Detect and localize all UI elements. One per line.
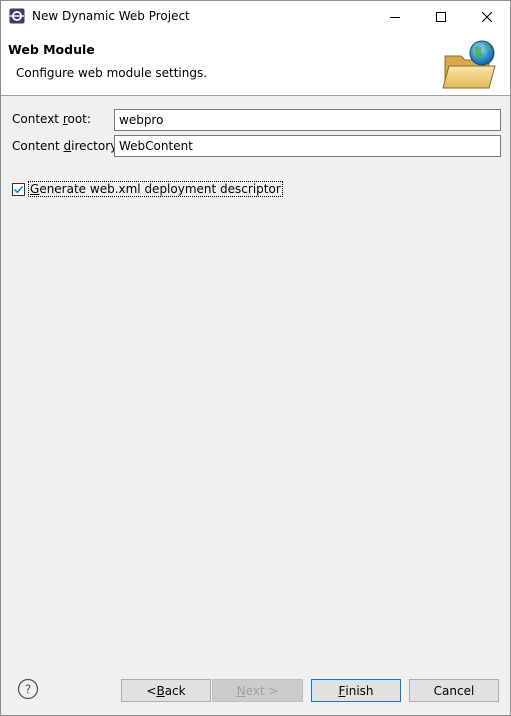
maximize-icon — [436, 11, 446, 22]
content-directory-input[interactable] — [114, 135, 501, 157]
context-root-input[interactable] — [114, 109, 501, 131]
generate-descriptor-option[interactable]: Generate web.xml deployment descriptor — [12, 181, 283, 197]
maximize-button[interactable] — [418, 1, 464, 32]
content-directory-label: Content directory: — [12, 139, 121, 153]
eclipse-app-icon — [9, 8, 25, 24]
minimize-button[interactable] — [372, 1, 418, 32]
checkmark-icon — [14, 185, 24, 193]
cancel-button[interactable]: Cancel — [409, 679, 499, 702]
next-button[interactable]: Next > — [212, 679, 303, 702]
folder-globe-icon — [442, 40, 496, 89]
svg-text:?: ? — [25, 683, 31, 697]
generate-descriptor-checkbox[interactable] — [12, 182, 25, 196]
help-icon[interactable]: ? — [17, 678, 39, 700]
wizard-banner: Web Module Configure web module settings… — [1, 32, 510, 96]
context-root-label: Context root: — [12, 112, 91, 126]
page-description: Configure web module settings. — [16, 66, 208, 80]
dialog-window: New Dynamic Web Project Web Module Confi… — [0, 0, 511, 716]
title-bar: New Dynamic Web Project — [1, 1, 510, 32]
window-title: New Dynamic Web Project — [32, 9, 190, 23]
generate-descriptor-label[interactable]: Generate web.xml deployment descriptor — [28, 181, 283, 197]
finish-button[interactable]: Finish — [311, 679, 401, 702]
close-icon — [482, 11, 492, 22]
minimize-icon — [390, 16, 400, 18]
back-button[interactable]: < Back — [121, 679, 211, 702]
page-title: Web Module — [8, 42, 95, 57]
close-button[interactable] — [464, 1, 510, 32]
